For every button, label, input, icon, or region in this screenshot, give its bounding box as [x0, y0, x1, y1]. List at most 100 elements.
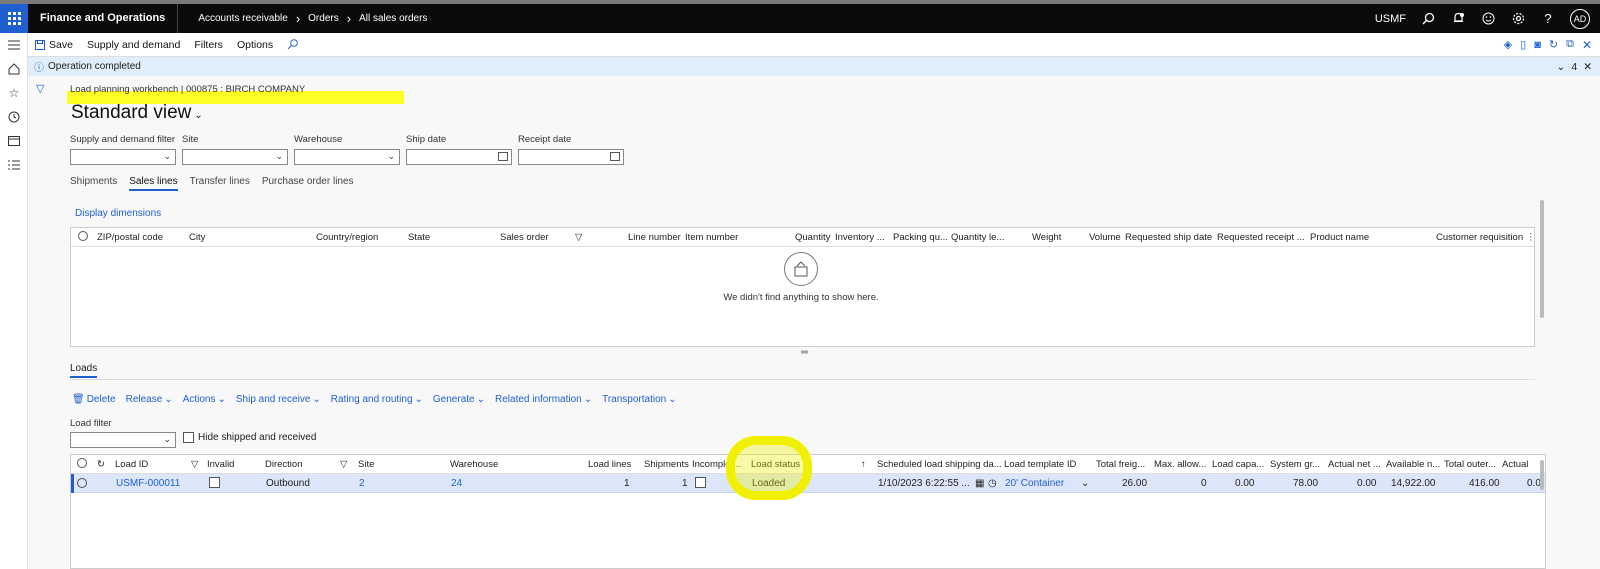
template-link[interactable]: 20' Container — [1005, 478, 1064, 489]
column-header[interactable]: Warehouse — [450, 459, 498, 470]
breadcrumb-item[interactable]: All sales orders — [359, 13, 427, 24]
column-header[interactable]: Customer requisition — [1436, 232, 1523, 243]
column-header[interactable]: Scheduled load shipping da... — [877, 459, 1002, 470]
column-header[interactable]: Packing qu... — [893, 232, 948, 243]
incomplete-checkbox[interactable] — [695, 477, 706, 488]
chevron-down-icon[interactable]: ⌄ — [1081, 478, 1089, 489]
company-picker[interactable]: USMF — [1375, 13, 1406, 25]
scheduled-ship-cell[interactable]: 1/10/2023 6:22:55 ... — [878, 478, 970, 489]
select-all-radio[interactable] — [77, 458, 87, 468]
column-header[interactable]: Sales order — [500, 232, 549, 243]
help-icon[interactable]: ? — [1540, 11, 1556, 27]
column-header[interactable]: Item number — [685, 232, 738, 243]
invalid-checkbox[interactable] — [209, 477, 220, 488]
scrollbar[interactable] — [1540, 200, 1544, 318]
view-selector[interactable]: Standard view ⌄ — [71, 102, 203, 124]
row-select-radio[interactable] — [77, 478, 87, 488]
column-header[interactable]: Shipments — [644, 459, 689, 470]
clock-icon[interactable]: ◷ — [988, 478, 997, 489]
breadcrumb-item[interactable]: Accounts receivable — [198, 13, 288, 24]
column-header[interactable]: Country/region — [316, 232, 378, 243]
ship-date-input[interactable] — [406, 149, 512, 165]
close-icon[interactable]: ✕ — [1583, 61, 1592, 73]
supply-demand-filter-select[interactable]: ⌄ — [70, 149, 176, 165]
filter-icon[interactable]: ▽ — [191, 459, 198, 470]
column-header[interactable]: Available n... — [1386, 459, 1440, 470]
tab-purchase-order-lines[interactable]: Purchase order lines — [262, 176, 354, 191]
column-header[interactable]: Requested ship date — [1125, 232, 1212, 243]
breadcrumb-item[interactable]: Orders — [308, 13, 339, 24]
app-launcher-button[interactable] — [0, 4, 28, 33]
open-new-window-icon[interactable]: ⧉ — [1566, 38, 1574, 51]
pane-splitter[interactable]: ═ — [801, 347, 808, 358]
transportation-menu[interactable]: Transportation ⌄ — [602, 394, 677, 405]
generate-menu[interactable]: Generate ⌄ — [433, 394, 485, 405]
related-information-menu[interactable]: Related information ⌄ — [495, 394, 592, 405]
chevron-down-icon[interactable]: ⌄ — [1557, 61, 1566, 73]
column-header[interactable]: Line number — [628, 232, 681, 243]
warehouse-select[interactable]: ⌄ — [294, 149, 400, 165]
column-header[interactable]: Direction — [265, 459, 303, 470]
checkbox[interactable] — [183, 432, 194, 443]
column-header[interactable]: Site — [358, 459, 374, 470]
options-button[interactable]: Options — [230, 39, 280, 51]
smiley-feedback-icon[interactable] — [1480, 11, 1496, 27]
clock-icon[interactable] — [0, 105, 28, 129]
select-all-radio[interactable] — [78, 231, 88, 241]
column-header[interactable]: ZIP/postal code — [97, 232, 163, 243]
column-header[interactable]: Load capa... — [1212, 459, 1264, 470]
delete-button[interactable]: 🗑 Delete — [72, 394, 116, 405]
filters-button[interactable]: Filters — [187, 39, 230, 51]
tab-loads[interactable]: Loads — [70, 363, 98, 378]
site-select[interactable]: ⌄ — [182, 149, 288, 165]
warehouse-link[interactable]: 24 — [451, 478, 462, 489]
filter-icon[interactable]: ▽ — [340, 459, 347, 470]
column-header[interactable]: Quantity le... — [951, 232, 1004, 243]
search-icon[interactable] — [280, 39, 305, 50]
avatar[interactable]: AD — [1570, 8, 1590, 29]
column-header[interactable]: Quantity — [795, 232, 830, 243]
supply-demand-button[interactable]: Supply and demand — [80, 39, 187, 51]
sort-ascending-icon[interactable]: ↑ — [861, 459, 866, 470]
save-button[interactable]: Save — [28, 39, 80, 51]
home-icon[interactable] — [0, 57, 28, 81]
column-header[interactable]: Inventory ... — [835, 232, 885, 243]
calendar-icon[interactable] — [610, 152, 620, 161]
modules-list-icon[interactable] — [0, 153, 28, 177]
refresh-icon[interactable]: ↻ — [97, 459, 105, 470]
column-header[interactable]: Product name — [1310, 232, 1369, 243]
more-options-icon[interactable]: ⋮ — [1526, 232, 1536, 243]
column-header[interactable]: City — [189, 232, 205, 243]
column-header[interactable]: Invalid — [207, 459, 234, 470]
column-header[interactable]: Total outer... — [1444, 459, 1496, 470]
gear-icon[interactable] — [1510, 11, 1526, 27]
column-header[interactable]: Max. allow... — [1154, 459, 1206, 470]
close-icon[interactable]: ✕ — [1582, 38, 1592, 52]
column-header[interactable]: Actual — [1502, 459, 1528, 470]
app-name[interactable]: Finance and Operations — [28, 4, 179, 33]
receipt-date-input[interactable] — [518, 149, 624, 165]
load-filter-select[interactable]: ⌄ — [70, 432, 176, 448]
calendar-icon[interactable] — [498, 152, 508, 161]
display-dimensions-link[interactable]: Display dimensions — [75, 208, 161, 219]
filter-pane-icon[interactable]: ▽ — [36, 82, 44, 95]
site-link[interactable]: 2 — [359, 478, 365, 489]
attachments-icon[interactable]: ◙ — [1534, 39, 1541, 51]
search-icon[interactable] — [1420, 11, 1436, 27]
column-header[interactable]: State — [408, 232, 430, 243]
release-menu[interactable]: Release ⌄ — [126, 394, 173, 405]
column-header[interactable]: System gr... — [1270, 459, 1320, 470]
tab-shipments[interactable]: Shipments — [70, 176, 117, 191]
actions-menu[interactable]: Actions ⌄ — [183, 394, 226, 405]
column-header[interactable]: Load ID — [115, 459, 148, 470]
calendar-icon[interactable]: ▦ — [975, 478, 984, 489]
column-header[interactable]: Weight — [1032, 232, 1061, 243]
ship-receive-menu[interactable]: Ship and receive ⌄ — [236, 394, 321, 405]
workspace-icon[interactable] — [0, 129, 28, 153]
column-header[interactable]: Total freig... — [1096, 459, 1145, 470]
column-header[interactable]: Load template ID — [1004, 459, 1076, 470]
column-header[interactable]: Requested receipt ... — [1217, 232, 1305, 243]
column-header[interactable]: Volume — [1089, 232, 1121, 243]
filter-icon[interactable]: ▽ — [575, 232, 582, 243]
notifications-icon[interactable] — [1450, 11, 1466, 27]
